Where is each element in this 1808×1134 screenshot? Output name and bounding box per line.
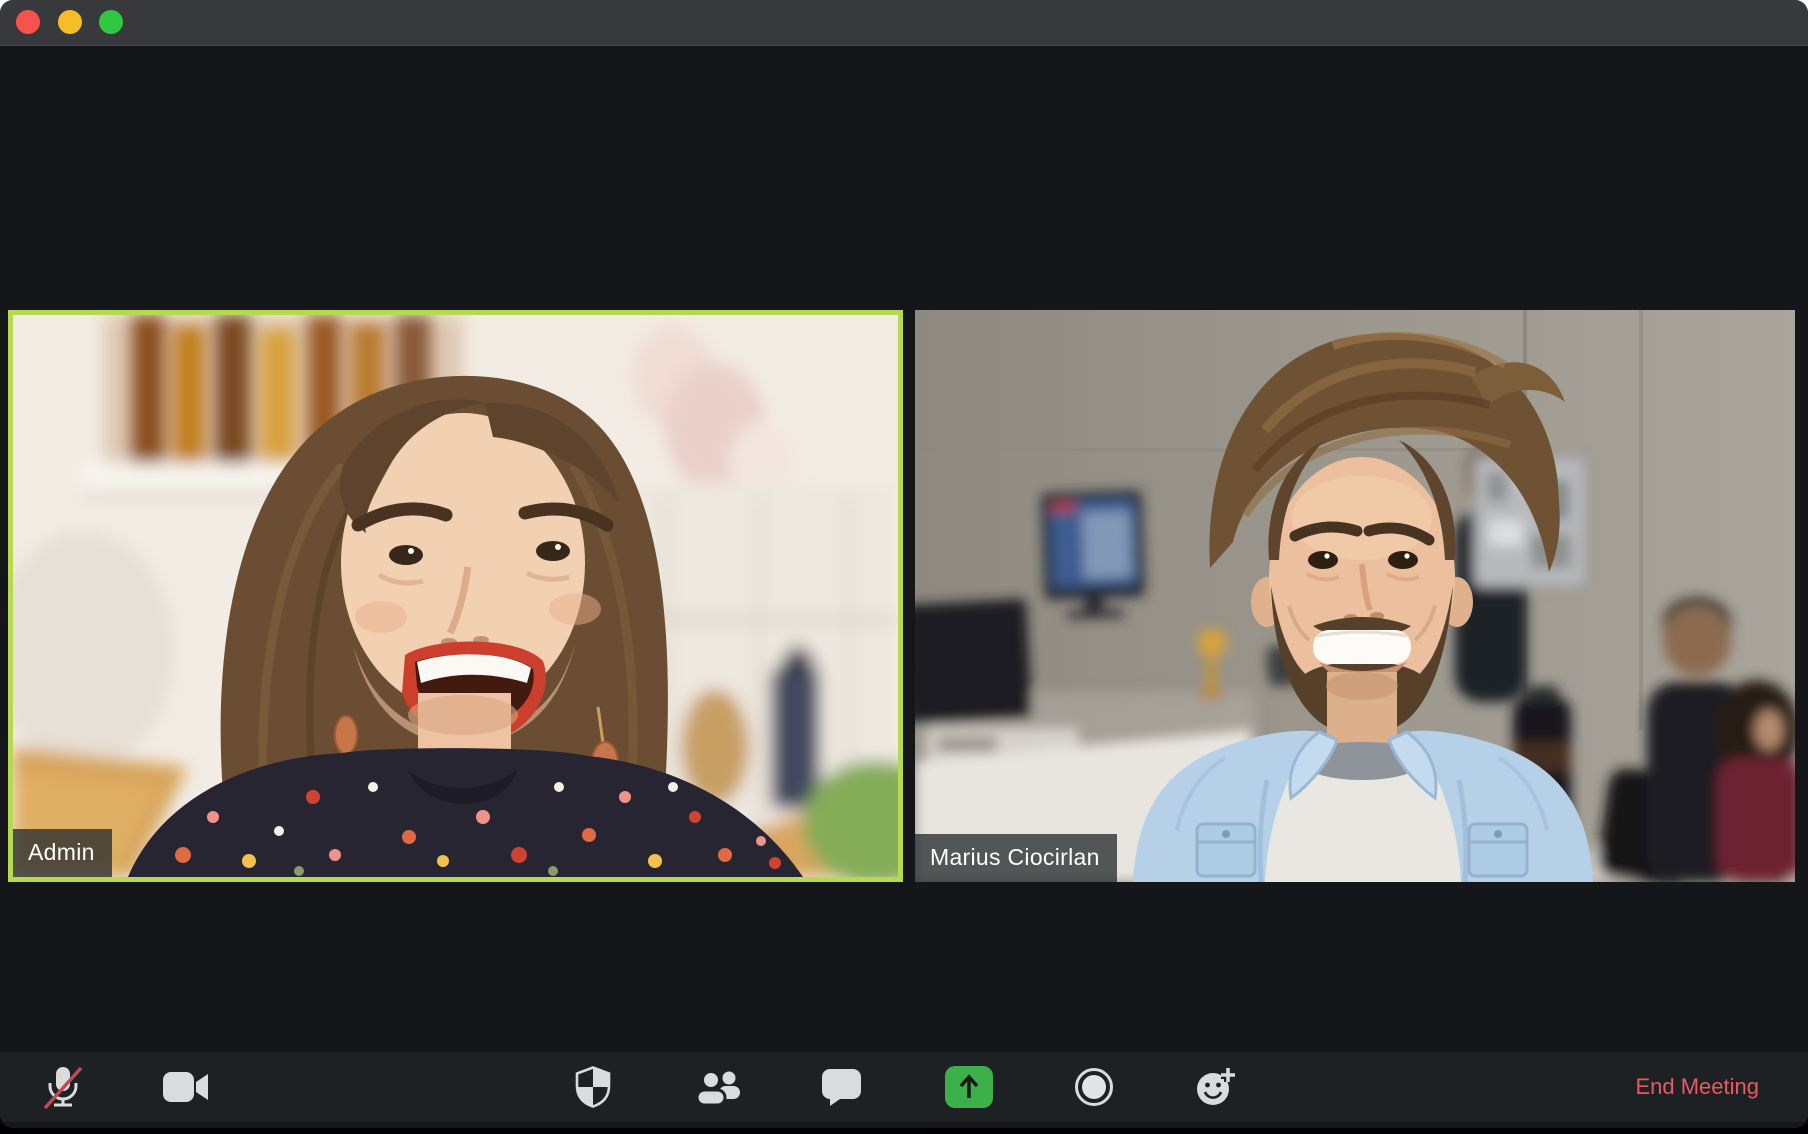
reactions-button[interactable]	[1192, 1063, 1240, 1111]
video-button[interactable]	[162, 1063, 210, 1111]
shield-icon	[575, 1066, 611, 1108]
chat-bubble-icon	[822, 1068, 862, 1106]
share-screen-pill	[945, 1066, 993, 1108]
participant-name-label: Admin	[13, 829, 112, 877]
participant-name-label: Marius Ciocirlan	[915, 834, 1117, 882]
marius-video-feed	[915, 310, 1795, 882]
share-screen-button[interactable]	[945, 1063, 993, 1111]
end-meeting-button[interactable]: End Meeting	[1629, 1052, 1765, 1122]
smiley-plus-icon	[1194, 1066, 1238, 1108]
meeting-toolbar: End Meeting	[0, 1052, 1808, 1122]
share-screen-up-arrow-icon	[957, 1074, 981, 1100]
record-circle-icon	[1074, 1067, 1114, 1107]
admin-video-feed	[13, 315, 898, 877]
zoom-window-button[interactable]	[99, 10, 123, 34]
chat-button[interactable]	[818, 1063, 866, 1111]
mute-button[interactable]	[39, 1063, 87, 1111]
microphone-muted-icon	[41, 1064, 85, 1110]
record-button[interactable]	[1070, 1063, 1118, 1111]
security-button[interactable]	[569, 1063, 617, 1111]
video-stage: Admin	[0, 46, 1808, 1058]
close-window-button[interactable]	[16, 10, 40, 34]
app-window: Admin	[0, 0, 1808, 1134]
minimize-window-button[interactable]	[58, 10, 82, 34]
participants-icon	[696, 1069, 742, 1105]
video-camera-icon	[163, 1071, 209, 1103]
window-titlebar[interactable]	[0, 0, 1808, 46]
meeting-window: Admin	[0, 0, 1808, 1128]
video-tile-admin[interactable]: Admin	[8, 310, 903, 882]
participants-button[interactable]	[695, 1063, 743, 1111]
video-tile-marius[interactable]: Marius Ciocirlan	[915, 310, 1795, 882]
